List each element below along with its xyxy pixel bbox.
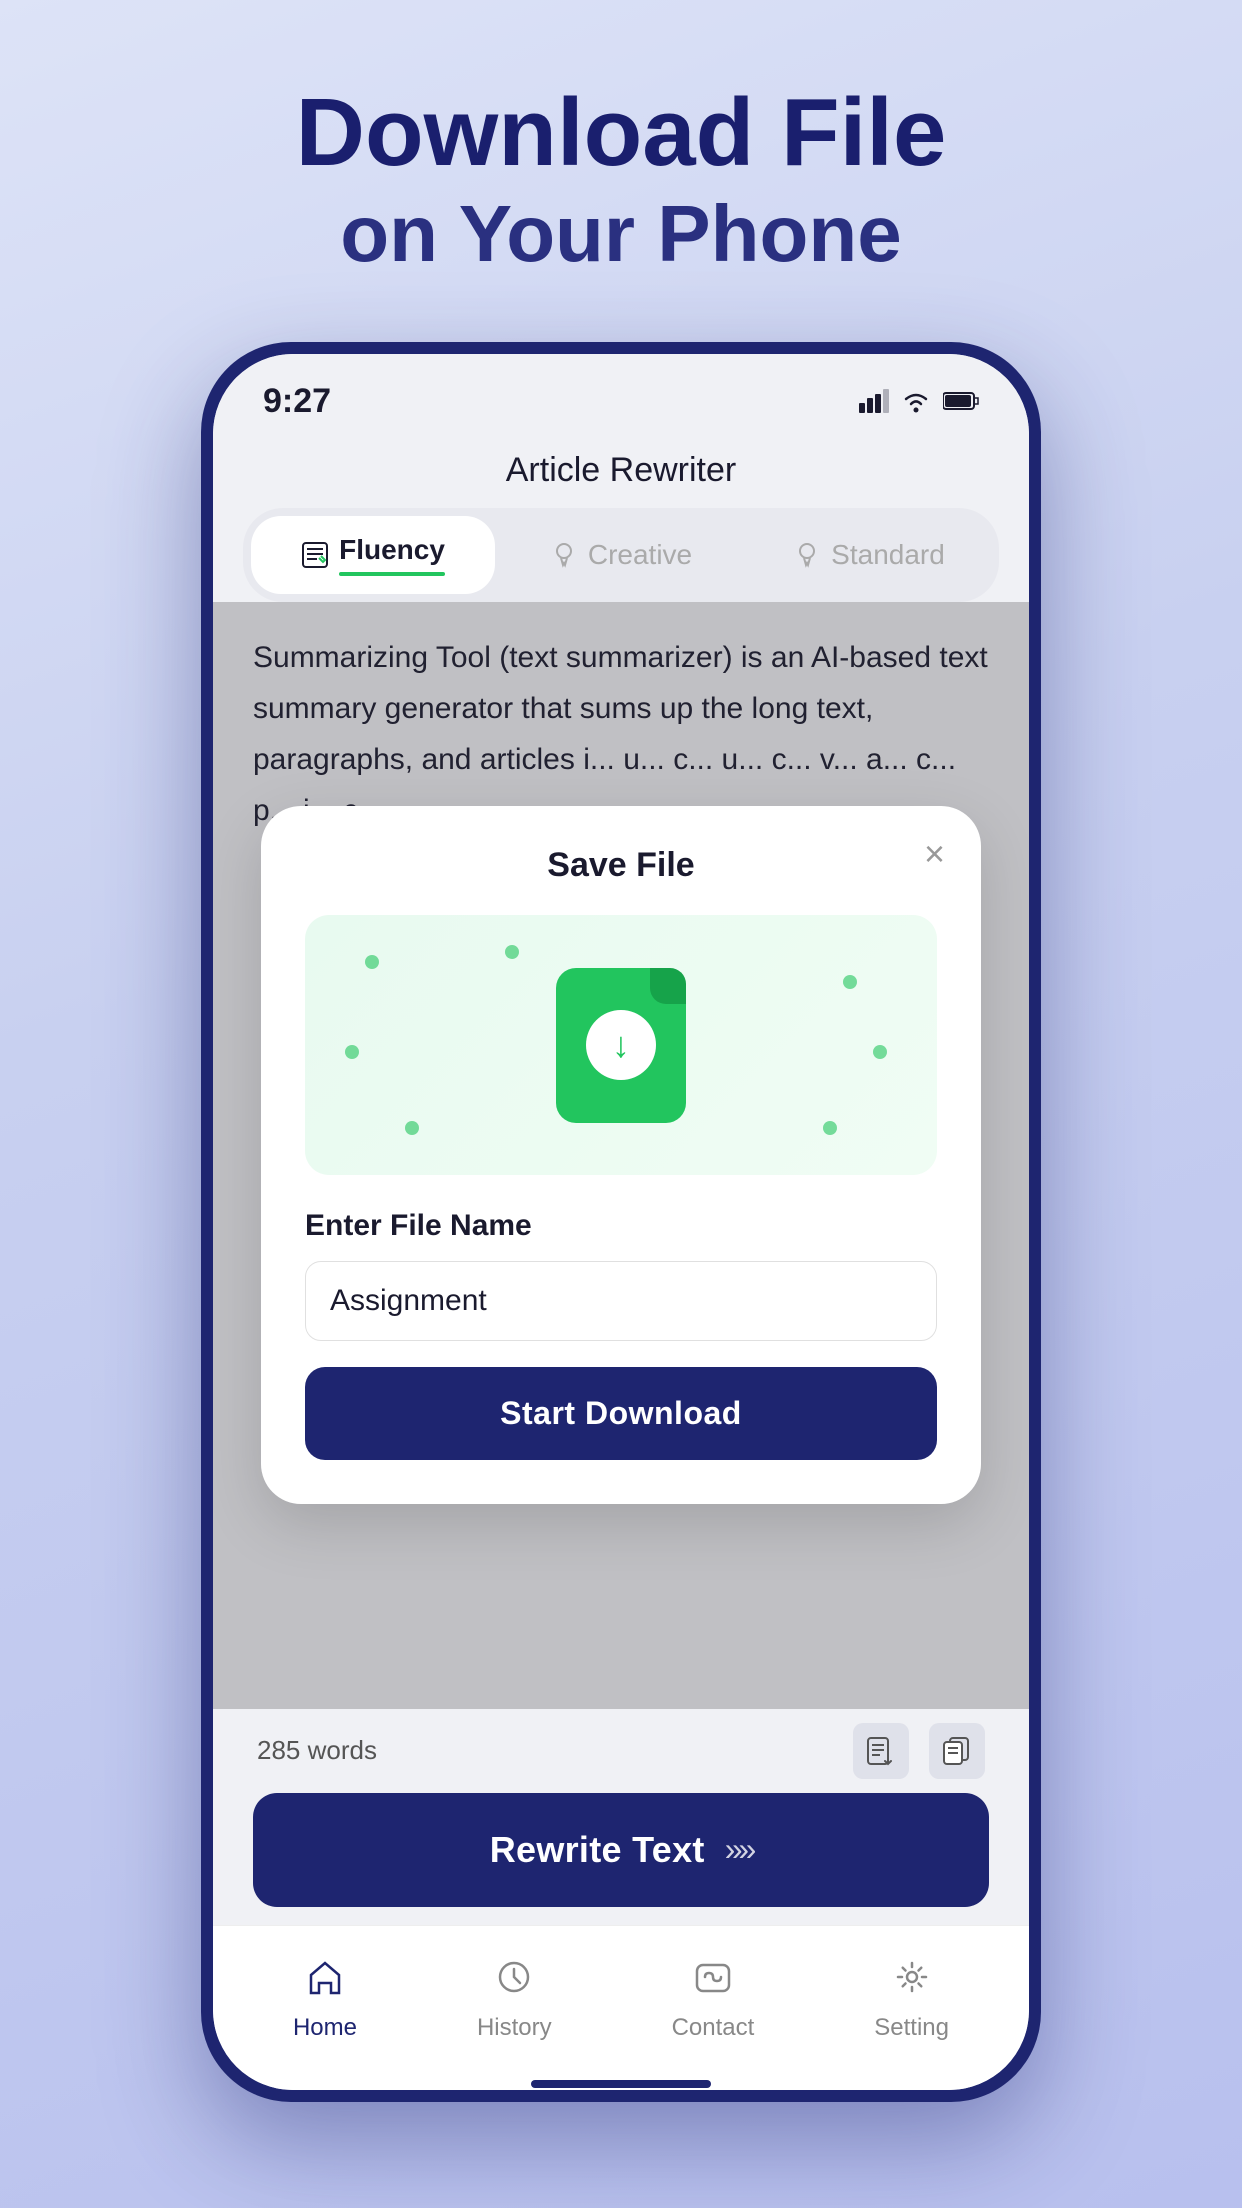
phone-device: 9:27	[201, 342, 1041, 2102]
page-title-main: Download File	[201, 80, 1041, 186]
action-icons	[853, 1723, 985, 1779]
home-bar	[531, 2080, 711, 2088]
status-time: 9:27	[263, 382, 331, 421]
contact-nav-icon	[686, 1950, 740, 2004]
copy-action-icon[interactable]	[929, 1723, 985, 1779]
tabs-container: Fluency Creative	[213, 508, 1029, 602]
nav-home[interactable]: Home	[293, 1950, 357, 2042]
wifi-icon	[901, 389, 931, 413]
page-header: Download File on Your Phone	[201, 80, 1041, 282]
modal-illustration: ↓	[305, 915, 937, 1175]
modal-close-button[interactable]: ×	[924, 836, 945, 872]
setting-nav-icon	[885, 1950, 939, 2004]
nav-contact[interactable]: Contact	[672, 1950, 755, 2042]
dot-2	[505, 945, 519, 959]
page-title-sub: on Your Phone	[201, 186, 1041, 282]
dot-7	[823, 1121, 837, 1135]
rewrite-text-button[interactable]: Rewrite Text »»	[253, 1793, 989, 1907]
nav-history[interactable]: History	[477, 1950, 552, 2042]
nav-home-label: Home	[293, 2014, 357, 2042]
dot-5	[873, 1045, 887, 1059]
modal-overlay: Save File ×	[213, 602, 1029, 1709]
rewrite-chevrons-icon: »»	[725, 1831, 753, 1868]
start-download-button[interactable]: Start Download	[305, 1367, 937, 1460]
nav-contact-label: Contact	[672, 2014, 755, 2042]
nav-history-label: History	[477, 2014, 552, 2042]
nav-setting[interactable]: Setting	[874, 1950, 949, 2042]
tab-standard-label: Standard	[831, 539, 945, 571]
dot-6	[405, 1121, 419, 1135]
modal-title: Save File	[305, 846, 937, 885]
file-download-icon: ↓	[556, 968, 686, 1123]
status-bar: 9:27	[213, 354, 1029, 431]
status-icons	[859, 389, 979, 413]
tab-creative-label: Creative	[588, 539, 692, 571]
home-nav-icon	[298, 1950, 352, 2004]
bottom-nav: Home History	[213, 1925, 1029, 2078]
battery-icon	[943, 391, 979, 411]
file-name-input[interactable]	[305, 1261, 937, 1341]
words-count: 285 words	[257, 1735, 377, 1766]
tabs-inner: Fluency Creative	[243, 508, 999, 602]
nav-setting-label: Setting	[874, 2014, 949, 2042]
dot-1	[365, 955, 379, 969]
home-indicator	[213, 2078, 1029, 2090]
save-file-modal: Save File ×	[261, 806, 981, 1504]
signal-icon	[859, 389, 889, 413]
download-action-icon[interactable]	[853, 1723, 909, 1779]
history-nav-icon	[487, 1950, 541, 2004]
tab-fluency-label: Fluency	[339, 534, 445, 566]
page-background: Download File on Your Phone 9:27	[201, 0, 1041, 2102]
tab-fluency[interactable]: Fluency	[251, 516, 495, 594]
words-row: 285 words	[253, 1723, 989, 1779]
app-title: Article Rewriter	[506, 451, 736, 489]
dot-3	[843, 975, 857, 989]
phone-screen: 9:27	[213, 354, 1029, 2090]
content-area: Summarizing Tool (text summarizer) is an…	[213, 602, 1029, 1709]
bottom-bar: 285 words	[213, 1709, 1029, 1925]
download-arrow-icon: ↓	[612, 1024, 630, 1066]
file-name-label: Enter File Name	[305, 1209, 937, 1243]
tab-standard[interactable]: Standard	[747, 516, 991, 594]
tab-creative[interactable]: Creative	[499, 516, 743, 594]
rewrite-btn-label: Rewrite Text	[490, 1829, 705, 1871]
app-header: Article Rewriter	[213, 431, 1029, 508]
dot-4	[345, 1045, 359, 1059]
download-circle: ↓	[586, 1010, 656, 1080]
